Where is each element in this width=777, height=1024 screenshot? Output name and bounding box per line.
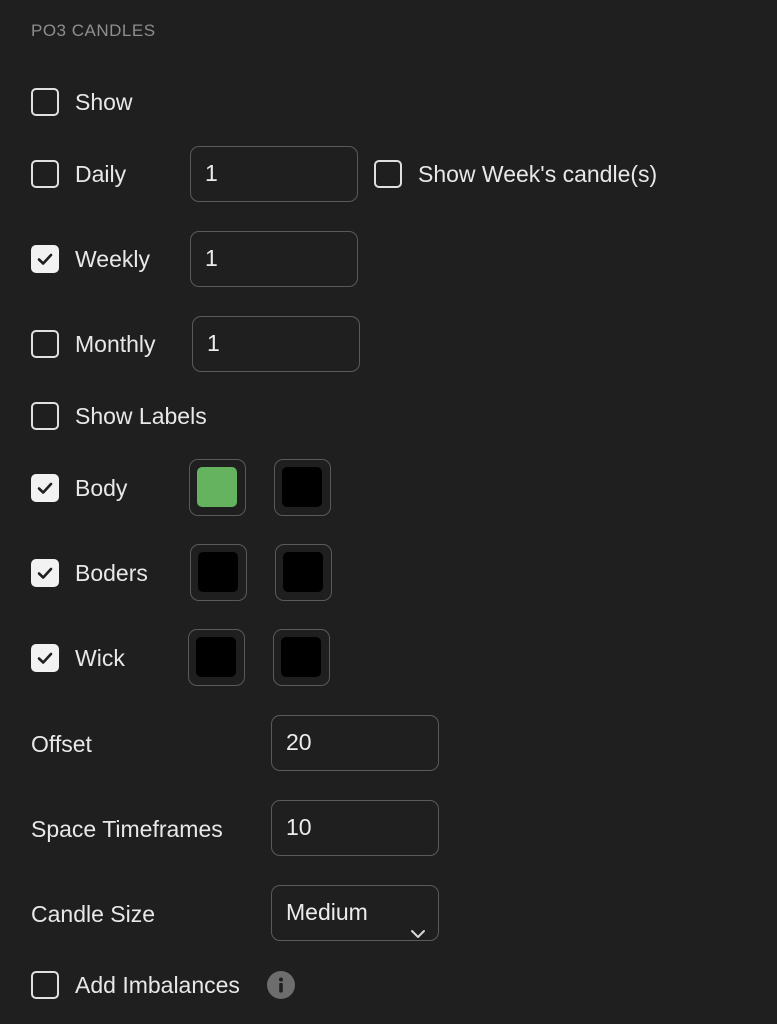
body-checkbox[interactable] [31, 474, 59, 502]
wick-label: Wick [75, 645, 125, 671]
add-imbalances-label: Add Imbalances [75, 972, 240, 998]
space-timeframes-label: Space Timeframes [31, 816, 223, 842]
daily-checkbox[interactable] [31, 160, 59, 188]
monthly-count-input[interactable]: 1 [192, 316, 360, 372]
body-label: Body [75, 475, 128, 501]
checkmark-icon [37, 253, 53, 265]
chevron-down-icon [410, 906, 426, 959]
show-labels-label: Show Labels [75, 403, 207, 429]
daily-label: Daily [75, 161, 127, 187]
info-icon[interactable] [267, 971, 295, 999]
wick-color-up-fill [196, 637, 236, 677]
body-color-down-swatch[interactable] [274, 459, 331, 516]
show-labels-checkbox[interactable] [31, 402, 59, 430]
body-color-up-fill [197, 467, 237, 507]
borders-color-down-fill [283, 552, 323, 592]
checkmark-icon [37, 567, 53, 579]
show-label: Show [75, 89, 133, 115]
wick-color-up-swatch[interactable] [188, 629, 245, 686]
candle-size-select[interactable]: Medium [271, 885, 439, 941]
weekly-label: Weekly [75, 246, 150, 272]
borders-color-up-fill [198, 552, 238, 592]
checkmark-icon [37, 652, 53, 664]
show-week-candles-label: Show Week's candle(s) [418, 161, 658, 187]
section-title: PO3 CANDLES [31, 21, 156, 40]
body-color-down-fill [282, 467, 322, 507]
body-color-up-swatch[interactable] [189, 459, 246, 516]
monthly-label: Monthly [75, 331, 156, 357]
borders-label: Boders [75, 560, 148, 586]
daily-count-input[interactable]: 1 [190, 146, 358, 202]
monthly-checkbox[interactable] [31, 330, 59, 358]
space-timeframes-input[interactable]: 10 [271, 800, 439, 856]
weekly-count-input[interactable]: 1 [190, 231, 358, 287]
wick-checkbox[interactable] [31, 644, 59, 672]
wick-color-down-fill [281, 637, 321, 677]
add-imbalances-checkbox[interactable] [31, 971, 59, 999]
checkmark-icon [37, 482, 53, 494]
borders-color-up-swatch[interactable] [190, 544, 247, 601]
candle-size-value: Medium [286, 899, 368, 925]
offset-input[interactable]: 20 [271, 715, 439, 771]
show-checkbox[interactable] [31, 88, 59, 116]
borders-checkbox[interactable] [31, 559, 59, 587]
show-week-candles-checkbox[interactable] [374, 160, 402, 188]
offset-label: Offset [31, 731, 92, 757]
candle-size-label: Candle Size [31, 901, 156, 927]
wick-color-down-swatch[interactable] [273, 629, 330, 686]
weekly-checkbox[interactable] [31, 245, 59, 273]
borders-color-down-swatch[interactable] [275, 544, 332, 601]
